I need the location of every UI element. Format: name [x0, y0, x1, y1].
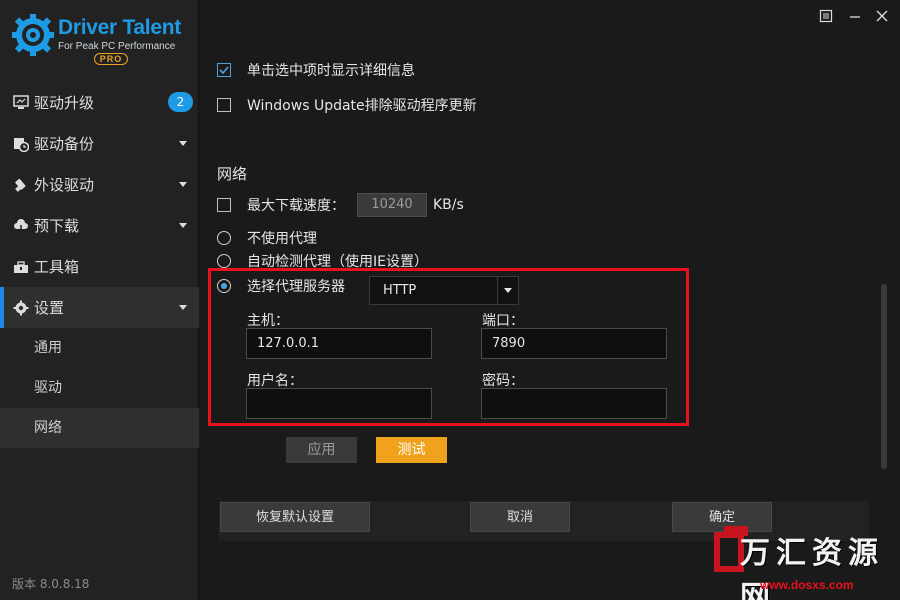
sidebar-item-predownload[interactable]: 预下载	[0, 205, 199, 246]
minimize-button[interactable]	[845, 6, 865, 26]
dropdown-arrow-icon[interactable]	[497, 277, 518, 304]
version-label: 版本 8.0.8.18	[12, 577, 90, 591]
backup-clock-icon	[12, 135, 30, 153]
sidebar-item-label: 驱动备份	[34, 135, 95, 153]
close-icon	[876, 10, 888, 22]
sidebar-subitem-general[interactable]: 通用	[0, 328, 199, 368]
cloud-download-icon	[12, 217, 30, 235]
manual-proxy-label: 选择代理服务器	[247, 279, 345, 295]
host-label: 主机：	[247, 313, 289, 329]
usb-icon	[12, 176, 30, 194]
sidebar-item-driver-update[interactable]: 驱动升级 2	[0, 82, 199, 123]
windows-update-checkbox[interactable]	[217, 98, 231, 112]
app-logo: Driver Talent For Peak PC Performance PR…	[12, 14, 192, 70]
toolbox-icon	[12, 258, 30, 276]
port-label: 端口：	[482, 313, 524, 329]
max-speed-checkbox[interactable]	[217, 198, 231, 212]
close-button[interactable]	[872, 6, 892, 26]
option-manual-proxy[interactable]: 选择代理服务器	[217, 276, 345, 296]
logo-title: Driver Talent	[58, 16, 181, 39]
show-details-checkbox[interactable]	[217, 63, 231, 77]
sidebar-subitem-drivers[interactable]: 驱动	[0, 368, 199, 408]
username-label: 用户名：	[247, 373, 303, 389]
proxy-type-value: HTTP	[383, 283, 417, 298]
port-input[interactable]: 7890	[481, 328, 667, 359]
checkmark-icon	[219, 66, 229, 75]
auto-proxy-radio[interactable]	[217, 254, 231, 268]
sidebar: Driver Talent For Peak PC Performance PR…	[0, 0, 199, 600]
max-speed-input[interactable]: 10240	[357, 193, 427, 217]
option-max-speed[interactable]: 最大下载速度： 10240 KB/s	[217, 193, 464, 217]
sidebar-item-peripheral-drivers[interactable]: 外设驱动	[0, 164, 199, 205]
password-input[interactable]	[481, 388, 667, 419]
watermark-url: www.dosxs.com	[760, 578, 854, 592]
auto-proxy-label: 自动检测代理（使用IE设置）	[247, 254, 428, 270]
no-proxy-radio[interactable]	[217, 231, 231, 245]
manual-proxy-radio[interactable]	[217, 279, 231, 293]
minimize-icon	[850, 16, 860, 18]
gear-logo-icon	[12, 14, 54, 56]
restore-defaults-button[interactable]: 恢复默认设置	[220, 502, 370, 532]
network-section-title: 网络	[217, 165, 248, 183]
host-input[interactable]: 127.0.0.1	[246, 328, 432, 359]
option-auto-proxy[interactable]: 自动检测代理（使用IE设置）	[217, 251, 428, 271]
sidebar-item-label: 驱动升级	[34, 94, 95, 112]
option-show-details[interactable]: 单击选中项时显示详细信息	[217, 60, 415, 80]
test-button[interactable]: 测试	[376, 437, 447, 463]
menu-button[interactable]	[816, 6, 836, 26]
caret-down-icon	[179, 305, 187, 310]
no-proxy-label: 不使用代理	[247, 231, 317, 247]
sidebar-item-label: 外设驱动	[34, 176, 95, 194]
proxy-type-select[interactable]: HTTP	[369, 276, 519, 305]
monitor-icon	[12, 94, 30, 112]
username-input[interactable]	[246, 388, 432, 419]
password-label: 密码：	[482, 373, 524, 389]
show-details-label: 单击选中项时显示详细信息	[247, 63, 415, 79]
sidebar-item-settings[interactable]: 设置	[0, 287, 199, 328]
caret-down-icon	[179, 223, 187, 228]
update-count-badge: 2	[168, 92, 193, 112]
option-windows-update[interactable]: Windows Update排除驱动程序更新	[217, 95, 477, 115]
sidebar-item-driver-backup[interactable]: 驱动备份	[0, 123, 199, 164]
sidebar-item-label: 预下载	[34, 217, 80, 235]
gear-icon	[12, 299, 30, 317]
scrollbar[interactable]	[881, 284, 887, 469]
menu-icon	[819, 9, 833, 23]
pro-badge: PRO	[94, 53, 128, 65]
sidebar-subitem-network[interactable]: 网络	[0, 408, 199, 448]
caret-down-icon	[179, 141, 187, 146]
windows-update-label: Windows Update排除驱动程序更新	[247, 98, 477, 114]
max-speed-label: 最大下载速度：	[247, 198, 345, 214]
caret-down-icon	[179, 182, 187, 187]
option-no-proxy[interactable]: 不使用代理	[217, 228, 317, 248]
apply-button[interactable]: 应用	[286, 437, 357, 463]
logo-subtitle: For Peak PC Performance	[58, 41, 176, 52]
cancel-button[interactable]: 取消	[470, 502, 570, 532]
sidebar-item-toolbox[interactable]: 工具箱	[0, 246, 199, 287]
watermark: 万汇资源网 www.dosxs.com	[712, 524, 897, 600]
max-speed-unit: KB/s	[433, 197, 464, 213]
sidebar-item-label: 工具箱	[34, 258, 80, 276]
sidebar-item-label: 设置	[34, 299, 65, 317]
